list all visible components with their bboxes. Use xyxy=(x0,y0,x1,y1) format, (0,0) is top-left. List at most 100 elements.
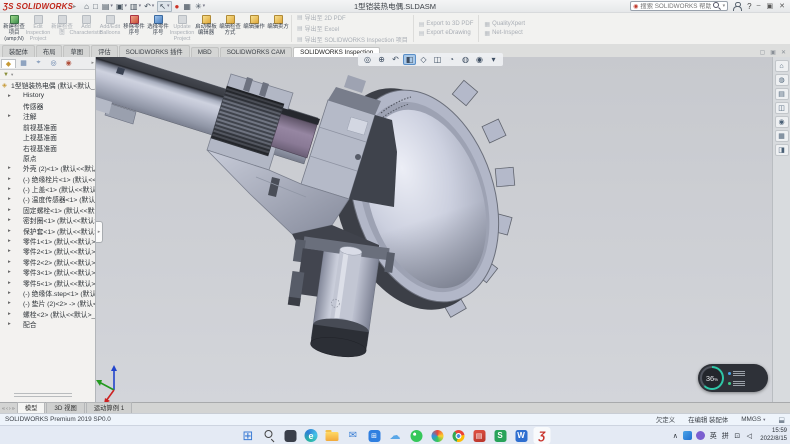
recorder-widget[interactable]: 36% xyxy=(698,364,768,392)
tray-shield-icon[interactable] xyxy=(696,431,705,440)
doc-tab-nav-arrow[interactable]: « xyxy=(2,406,5,412)
taskbar-cloud-icon[interactable]: ☁ xyxy=(387,427,404,444)
tree-item[interactable]: ▸ 密封圈<1> (默认<<默认>_显示状态 xyxy=(0,215,95,225)
expand-arrow-icon[interactable]: ▸ xyxy=(8,280,14,286)
annotation-views-icon[interactable]: ◇ xyxy=(417,54,430,65)
taskbar-word-icon[interactable]: W xyxy=(513,427,530,444)
dimxpert-manager-tab[interactable]: ◎ xyxy=(46,59,61,67)
save-icon[interactable]: ▣▾ xyxy=(116,2,127,11)
expand-arrow-icon[interactable]: ▸ xyxy=(8,165,14,171)
ribbon-button[interactable]: 编辑卖方 xyxy=(266,13,290,44)
taskbar-solidworks-icon[interactable]: Ʒ xyxy=(534,427,551,444)
doc-tab-nav-arrow[interactable]: ‹ xyxy=(6,406,8,412)
view-palette-icon[interactable]: ◫ xyxy=(775,102,789,114)
taskbar-green-app-icon[interactable] xyxy=(408,427,425,444)
ribbon-button[interactable]: 选择零件序号 xyxy=(146,13,170,44)
edit-appearance-icon[interactable]: ◉ xyxy=(473,54,486,65)
tree-item[interactable]: ▸ (-) 温度传感器<1> (默认<<默认>_显 xyxy=(0,194,95,204)
select-icon[interactable]: ↖▾ xyxy=(157,1,171,12)
taskbar-file-explorer-icon[interactable] xyxy=(324,427,341,444)
model-canvas[interactable] xyxy=(96,57,772,402)
view-settings-icon[interactable]: ▾ xyxy=(487,54,500,65)
tree-item[interactable]: ▸ 螺栓<2> (默认<<默认>_显示状态 xyxy=(0,309,95,319)
doc-tab[interactable]: 模型 xyxy=(17,402,46,413)
tray-app-blue-icon[interactable] xyxy=(683,431,692,440)
taskbar-browser-icon[interactable] xyxy=(429,427,446,444)
file-explorer-icon[interactable]: ▤ xyxy=(775,88,789,100)
doc-tab[interactable]: 运动算例 1 xyxy=(86,402,132,413)
panel-flyout-handle[interactable]: ▸ xyxy=(96,221,103,243)
zoom-to-area-icon[interactable]: ⊕ xyxy=(375,54,388,65)
taskbar-app-dark-icon[interactable] xyxy=(282,427,299,444)
doc-tab-nav-arrow[interactable]: » xyxy=(12,406,15,412)
tree-item[interactable]: 原点 xyxy=(0,153,95,163)
design-library-icon[interactable]: ◍ xyxy=(775,74,789,86)
taskbar-search-button[interactable] xyxy=(261,427,278,444)
expand-arrow-icon[interactable]: ▸ xyxy=(8,311,14,317)
expand-arrow-icon[interactable]: ▸ xyxy=(8,300,14,306)
tree-item[interactable]: ▸ 零件3<1> (默认<<默认>_显示状态 xyxy=(0,267,95,277)
export-button[interactable]: ▤导出至 SOLIDWORKS Inspection 项目 xyxy=(297,35,408,44)
tree-item[interactable]: ▸ 零件5<1> (默认<<默认>_显示状态 xyxy=(0,277,95,287)
undo-icon[interactable]: ↶▾ xyxy=(144,2,154,11)
expand-arrow-icon[interactable]: ▸ xyxy=(8,207,14,213)
tree-item[interactable]: ▸ (-) 上盖<1> (默认<<默认>_显示状态 xyxy=(0,184,95,194)
taskbar-chrome-icon[interactable] xyxy=(450,427,467,444)
ribbon-button[interactable]: 启动模板编辑器 xyxy=(194,13,218,44)
options-icon[interactable]: ✳▾ xyxy=(195,2,205,11)
tree-item[interactable]: 上视基准面 xyxy=(0,132,95,142)
ribbon-tab[interactable]: 评估 xyxy=(91,45,118,57)
expand-arrow-icon[interactable]: ▸ xyxy=(8,290,14,296)
tray-volume-icon[interactable]: ◁ xyxy=(745,432,753,440)
doc-close-button[interactable]: ✕ xyxy=(781,49,786,56)
configuration-manager-tab[interactable]: ⌖ xyxy=(31,59,46,67)
tray-display-icon[interactable]: ⊡ xyxy=(733,432,741,440)
appearances-icon[interactable]: ◉ xyxy=(775,116,789,128)
close-button[interactable]: ✕ xyxy=(779,2,785,10)
ribbon-tab[interactable]: SOLIDWORKS 插件 xyxy=(119,45,190,57)
tree-root-item[interactable]: ◈ 1型铠装热电偶 (默认<默认_显示状态-1>) xyxy=(0,80,95,90)
help-button[interactable]: ? xyxy=(747,2,751,11)
zoom-to-fit-icon[interactable]: ◎ xyxy=(361,54,374,65)
manager-tabs-overflow-icon[interactable]: ▸ xyxy=(91,60,94,66)
expand-arrow-icon[interactable]: ▸ xyxy=(8,217,14,223)
expand-arrow-icon[interactable]: ▸ xyxy=(8,321,14,327)
taskbar-start-button[interactable]: ⊞ xyxy=(240,427,257,444)
minimize-button[interactable]: – xyxy=(757,2,761,10)
rebuild-icon[interactable]: ▦ xyxy=(183,2,192,11)
tree-item[interactable]: ▸ (-) 绝缘栓片<1> (默认<<默认>_显示 xyxy=(0,174,95,184)
tray-expand-icon[interactable]: ∧ xyxy=(671,432,679,440)
display-style-icon[interactable]: ◔ xyxy=(445,54,458,65)
expand-arrow-icon[interactable]: ▸ xyxy=(8,196,14,202)
ribbon-button[interactable]: 移除零件序号 xyxy=(122,13,146,44)
print-icon[interactable]: ▥▾ xyxy=(130,2,141,11)
tree-item[interactable]: 右视基准面 xyxy=(0,142,95,152)
tree-resize-handle[interactable] xyxy=(14,391,72,399)
ribbon-button[interactable]: Edit Inspection Project xyxy=(26,13,50,44)
property-manager-tab[interactable]: ▦ xyxy=(16,59,31,67)
unit-system-selector[interactable]: MMGS▾ xyxy=(741,416,765,423)
ribbon-tab[interactable]: SOLIDWORKS CAM xyxy=(220,47,292,57)
doc-maximize-button[interactable]: ▣ xyxy=(770,49,776,56)
search-input[interactable] xyxy=(640,3,710,10)
tree-item[interactable]: 传感器 xyxy=(0,101,95,111)
ribbon-tab[interactable]: 草图 xyxy=(63,45,90,57)
taskbar-wps-icon[interactable]: S xyxy=(492,427,509,444)
expand-arrow-icon[interactable]: ▸ xyxy=(8,186,14,192)
export-button[interactable]: ▦Net-Inspect xyxy=(484,30,525,37)
doc-tab[interactable]: 3D 视图 xyxy=(46,402,84,413)
search-dropdown-icon[interactable]: ▾ xyxy=(723,3,726,9)
tree-item[interactable]: ▸ 注解 xyxy=(0,111,95,121)
open-icon[interactable]: ▤▾ xyxy=(102,2,113,11)
previous-view-icon[interactable]: ↶ xyxy=(389,54,402,65)
login-icon[interactable] xyxy=(733,2,742,11)
taskbar-clock[interactable]: 15:59 2022/8/15 xyxy=(760,428,787,444)
tree-item[interactable]: ▸ 零件2<2> (默认<<默认>_显示状态 xyxy=(0,257,95,267)
doc-restore-button[interactable]: ▢ xyxy=(760,49,766,56)
view-orientation-icon[interactable]: ◫ xyxy=(431,54,444,65)
tree-item[interactable]: ▸ History xyxy=(0,90,95,100)
custom-properties-icon[interactable]: ▦ xyxy=(775,130,789,142)
recorder-row-1[interactable] xyxy=(728,369,745,377)
tree-item[interactable]: 前视基准面 xyxy=(0,122,95,132)
tree-item[interactable]: ▸ 零件2<1> (默认<<默认>_显示状态 xyxy=(0,246,95,256)
